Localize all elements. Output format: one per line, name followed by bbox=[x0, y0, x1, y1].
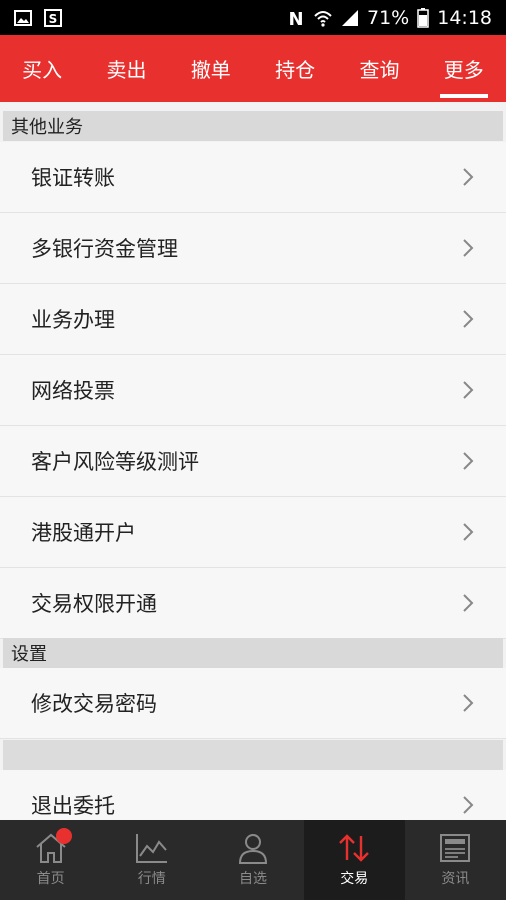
section-header-settings: 设置 bbox=[3, 638, 503, 668]
chevron-right-icon bbox=[463, 310, 474, 328]
list-item-label: 客户风险等级测评 bbox=[31, 450, 199, 474]
svg-text:S: S bbox=[49, 12, 58, 26]
list-item-label: 交易权限开通 bbox=[31, 592, 157, 616]
chevron-right-icon bbox=[463, 452, 474, 470]
wifi-icon bbox=[314, 10, 332, 27]
list-item-risk-assessment[interactable]: 客户风险等级测评 bbox=[0, 426, 506, 497]
list-item-change-password[interactable]: 修改交易密码 bbox=[0, 668, 506, 739]
list-item-label: 网络投票 bbox=[31, 379, 115, 403]
nav-news[interactable]: 资讯 bbox=[405, 820, 506, 900]
notification-badge bbox=[56, 828, 72, 844]
chevron-right-icon bbox=[463, 381, 474, 399]
list-item-exit-trading[interactable]: 退出委托 bbox=[0, 770, 506, 820]
tab-cancel-order[interactable]: 撤单 bbox=[169, 35, 253, 102]
battery-icon bbox=[417, 7, 429, 28]
list-item-label: 退出委托 bbox=[31, 794, 115, 818]
list-item-label: 多银行资金管理 bbox=[31, 237, 178, 261]
nav-label: 交易 bbox=[340, 871, 369, 887]
nav-label: 首页 bbox=[36, 871, 65, 887]
nfc-icon: N bbox=[288, 9, 303, 27]
list-item-business-handling[interactable]: 业务办理 bbox=[0, 284, 506, 355]
trade-tab-bar: 买入 卖出 撤单 持仓 查询 更多 bbox=[0, 35, 506, 102]
list-item-multi-bank[interactable]: 多银行资金管理 bbox=[0, 213, 506, 284]
nav-market[interactable]: 行情 bbox=[101, 820, 202, 900]
person-icon bbox=[238, 834, 268, 864]
chart-icon bbox=[135, 834, 167, 863]
section-spacer bbox=[3, 740, 503, 770]
nav-label: 资讯 bbox=[441, 871, 470, 887]
list-item-bank-transfer[interactable]: 银证转账 bbox=[0, 142, 506, 213]
clock: 14:18 bbox=[437, 6, 492, 29]
list-item-label: 业务办理 bbox=[31, 308, 115, 332]
chevron-right-icon bbox=[463, 594, 474, 612]
chevron-right-icon bbox=[463, 796, 474, 814]
nav-home[interactable]: 首页 bbox=[0, 820, 101, 900]
list-item-label: 银证转账 bbox=[31, 166, 115, 190]
status-bar: S N 71% 14:18 bbox=[0, 0, 506, 35]
chevron-right-icon bbox=[463, 168, 474, 186]
s-app-icon: S bbox=[44, 8, 62, 27]
chevron-right-icon bbox=[463, 694, 474, 712]
gallery-icon bbox=[14, 9, 32, 26]
svg-text:N: N bbox=[288, 9, 303, 27]
chevron-right-icon bbox=[463, 523, 474, 541]
list-item-label: 修改交易密码 bbox=[31, 692, 157, 716]
nav-trade[interactable]: 交易 bbox=[303, 820, 405, 900]
tab-more[interactable]: 更多 bbox=[422, 35, 506, 102]
list-item-permission-open[interactable]: 交易权限开通 bbox=[0, 568, 506, 639]
transfer-icon bbox=[339, 834, 370, 862]
nav-label: 自选 bbox=[239, 871, 267, 887]
tab-buy[interactable]: 买入 bbox=[0, 35, 84, 102]
signal-icon bbox=[342, 9, 358, 26]
nav-watchlist[interactable]: 自选 bbox=[202, 820, 303, 900]
chevron-right-icon bbox=[463, 239, 474, 257]
battery-percent: 71% bbox=[367, 6, 410, 29]
list-item-hk-connect[interactable]: 港股通开户 bbox=[0, 497, 506, 568]
tab-sell[interactable]: 卖出 bbox=[84, 35, 168, 102]
bottom-nav: 首页 行情 自选 交易 资讯 bbox=[0, 820, 506, 900]
list-item-online-voting[interactable]: 网络投票 bbox=[0, 355, 506, 426]
tab-query[interactable]: 查询 bbox=[337, 35, 421, 102]
news-icon bbox=[440, 834, 471, 862]
content-area: 其他业务 银证转账 多银行资金管理 业务办理 网络投票 客户风险等级测评 港股通… bbox=[0, 102, 506, 820]
section-header-other: 其他业务 bbox=[3, 111, 503, 141]
tab-positions[interactable]: 持仓 bbox=[253, 35, 337, 102]
list-item-label: 港股通开户 bbox=[31, 521, 136, 545]
nav-label: 行情 bbox=[137, 871, 166, 887]
